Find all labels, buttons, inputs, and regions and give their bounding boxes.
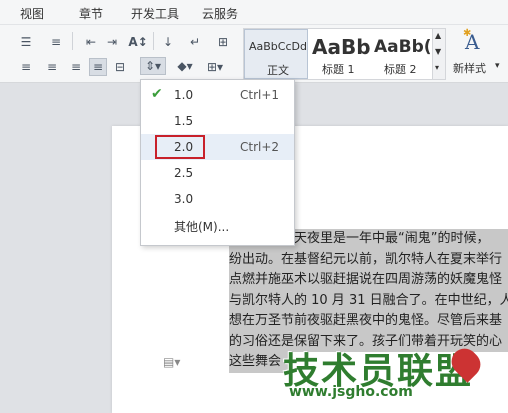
paragraph-layout-icon[interactable]: ▤▾ xyxy=(163,355,180,369)
tab-section[interactable]: 章节 xyxy=(79,5,103,22)
style-preview: AaBb( xyxy=(374,37,430,57)
ribbon-tabs: 视图 章节 开发工具 云服务 xyxy=(0,0,508,25)
menu-item-label: 1.0 xyxy=(174,88,194,102)
menu-item-shortcut: Ctrl+1 xyxy=(240,88,280,102)
menu-item-label: 3.0 xyxy=(174,192,194,206)
align-right-icon[interactable]: ≡ xyxy=(68,59,84,75)
menu-item-label: 1.5 xyxy=(174,114,194,128)
justify-icon[interactable]: ≡ xyxy=(89,58,107,76)
ribbon: 视图 章节 开发工具 云服务 ☰ ≡ ⇤ ⇥ A↕ ↓ ↵ ⊞ ≡ ≡ ≡ ≡ … xyxy=(0,0,508,83)
menu-item-label: 其他(M)... xyxy=(174,220,230,234)
menu-item-1-5[interactable]: 1.5 xyxy=(141,108,294,134)
line-spacing-icon[interactable]: ⇕▾ xyxy=(140,57,166,75)
char-format-icon[interactable]: A↕ xyxy=(127,34,149,50)
style-gallery: AaBbCcDd 正文 AaBb 标题 1 AaBb( 标题 2 xyxy=(243,28,433,80)
style-preview: AaBb xyxy=(312,35,370,59)
menu-item-1-0[interactable]: ✔ 1.0 Ctrl+1 xyxy=(141,82,294,108)
style-name: 正文 xyxy=(267,64,289,77)
tab-view[interactable]: 视图 xyxy=(20,5,44,22)
separator xyxy=(72,32,73,50)
doc-line: 与凯尔特人的 10 月 31 日融合了。在中世纪，人 xyxy=(229,290,508,311)
numbered-list-icon[interactable]: ≡ xyxy=(48,34,64,50)
style-name: 标题 2 xyxy=(384,63,417,76)
checkmark-icon: ✔ xyxy=(151,86,163,102)
align-center-icon[interactable]: ≡ xyxy=(44,59,60,75)
new-style-button[interactable]: A ✱ 新样式 ▾ xyxy=(451,28,505,78)
menu-item-2-0[interactable]: 2.0 Ctrl+2 xyxy=(141,134,294,160)
menu-item-other[interactable]: 其他(M)... xyxy=(141,212,294,238)
table-icon[interactable]: ⊞ xyxy=(215,34,231,50)
menu-item-label: 2.5 xyxy=(174,166,194,180)
menu-item-3-0[interactable]: 3.0 xyxy=(141,186,294,212)
expand-icon[interactable]: ▾ xyxy=(435,63,439,72)
tab-developer[interactable]: 开发工具 xyxy=(131,5,179,22)
line-spacing-menu: ✔ 1.0 Ctrl+1 1.5 2.0 Ctrl+2 2.5 3.0 其他(M… xyxy=(140,79,295,246)
shading-icon[interactable]: ◆▾ xyxy=(174,58,196,74)
borders-icon[interactable]: ⊞▾ xyxy=(204,59,226,75)
doc-line: 想在万圣节前夜驱赶黑夜中的鬼怪。尽管后来基 xyxy=(229,311,508,332)
doc-line: 纷出动。在基督纪元以前，凯尔特人在夏末举行 xyxy=(229,249,508,270)
distribute-icon[interactable]: ⊟ xyxy=(112,59,128,75)
sparkle-icon: ✱ xyxy=(463,28,472,39)
style-normal[interactable]: AaBbCcDd 正文 xyxy=(244,29,308,79)
style-heading2[interactable]: AaBb( 标题 2 xyxy=(370,29,432,79)
decrease-indent-icon[interactable]: ⇤ xyxy=(83,34,99,50)
sort-icon[interactable]: ↓ xyxy=(160,34,176,50)
paragraph-mark-icon[interactable]: ↵ xyxy=(187,34,203,50)
tab-cloud[interactable]: 云服务 xyxy=(202,5,238,22)
menu-item-label: 2.0 xyxy=(174,140,194,154)
increase-indent-icon[interactable]: ⇥ xyxy=(104,34,120,50)
chevron-down-icon: ▾ xyxy=(495,61,500,71)
bullet-list-icon[interactable]: ☰ xyxy=(18,34,34,50)
style-heading1[interactable]: AaBb 标题 1 xyxy=(308,29,370,79)
scroll-down-icon[interactable]: ▼ xyxy=(435,47,441,56)
new-style-label: 新样式 xyxy=(453,62,486,75)
style-gallery-scroll[interactable]: ▲ ▼ ▾ xyxy=(432,28,446,80)
scroll-up-icon[interactable]: ▲ xyxy=(435,31,441,40)
doc-line: 点燃并施巫术以驱赶据说在四周游荡的妖魔鬼怪 xyxy=(229,270,508,291)
watermark-url: www.jsgho.com xyxy=(289,384,413,400)
menu-item-shortcut: Ctrl+2 xyxy=(240,140,280,154)
style-preview: AaBbCcDd xyxy=(249,40,307,53)
menu-item-2-5[interactable]: 2.5 xyxy=(141,160,294,186)
watermark: 技术员联盟 www.jsgho.com xyxy=(283,342,487,402)
doc-line: 这些舞会 xyxy=(229,352,289,373)
align-left-icon[interactable]: ≡ xyxy=(18,59,34,75)
style-name: 标题 1 xyxy=(322,63,355,76)
separator xyxy=(153,32,154,50)
